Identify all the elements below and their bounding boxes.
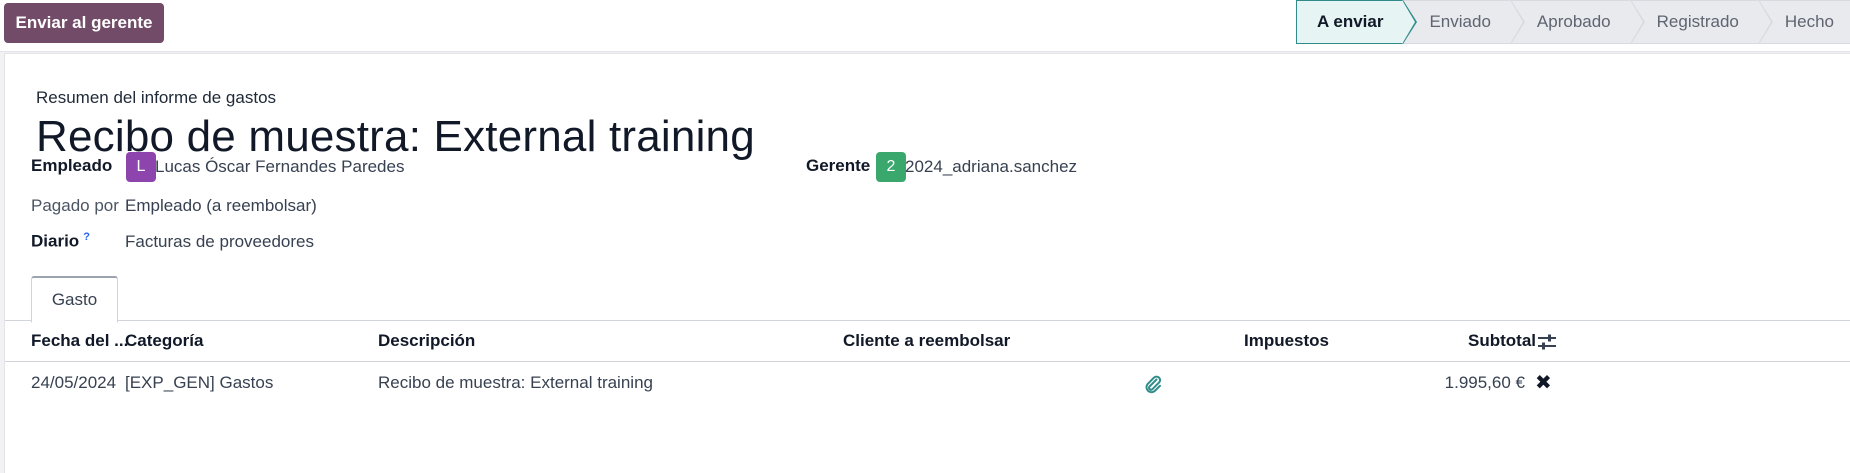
column-subtotal[interactable]: Subtotal [1468, 331, 1536, 351]
column-customer[interactable]: Cliente a reembolsar [843, 331, 1010, 351]
manager-avatar[interactable]: 2 [876, 152, 906, 182]
paperclip-icon[interactable] [1143, 374, 1163, 394]
form-sheet: Resumen del informe de gastos Recibo de … [4, 53, 1850, 473]
manager-label: Gerente [806, 156, 871, 175]
column-date[interactable]: Fecha del ... [31, 331, 128, 351]
send-to-manager-button[interactable]: Enviar al gerente [4, 3, 164, 43]
column-taxes[interactable]: Impuestos [1244, 331, 1329, 351]
row-description[interactable]: Recibo de muestra: External training [378, 373, 653, 393]
row-category[interactable]: [EXP_GEN] Gastos [125, 373, 273, 393]
control-panel: Enviar al gerente A enviar Enviado Aprob… [0, 0, 1850, 52]
employee-label: Empleado [31, 156, 113, 175]
paid-by-label: Pagado por [31, 196, 119, 215]
journal-field[interactable]: Facturas de proveedores [125, 232, 314, 252]
form-subtitle: Resumen del informe de gastos [36, 88, 277, 107]
delete-icon[interactable]: ✖ [1535, 370, 1552, 395]
journal-label-text: Diario [31, 231, 80, 251]
paid-by-field[interactable]: Empleado (a reembolsar) [125, 196, 317, 216]
journal-label: Diario? [31, 231, 90, 252]
employee-field[interactable]: Lucas Óscar Fernandes Paredes [155, 157, 404, 177]
manager-field[interactable]: 2024_adriana.sanchez [905, 157, 1077, 177]
status-bar: A enviar Enviado Aprobado Registrado Hec… [1296, 0, 1850, 44]
column-category[interactable]: Categoría [125, 331, 203, 351]
header-divider [5, 361, 1850, 362]
employee-avatar[interactable]: L [126, 152, 156, 182]
help-icon[interactable]: ? [83, 231, 90, 243]
tab-divider [5, 320, 1850, 321]
optional-columns-icon[interactable] [1536, 331, 1558, 353]
column-description[interactable]: Descripción [378, 331, 475, 351]
row-date[interactable]: 24/05/2024 [31, 373, 116, 393]
row-subtotal[interactable]: 1.995,60 € [1433, 373, 1525, 393]
stage-to-submit[interactable]: A enviar [1296, 0, 1419, 44]
tab-expense[interactable]: Gasto [31, 276, 118, 323]
